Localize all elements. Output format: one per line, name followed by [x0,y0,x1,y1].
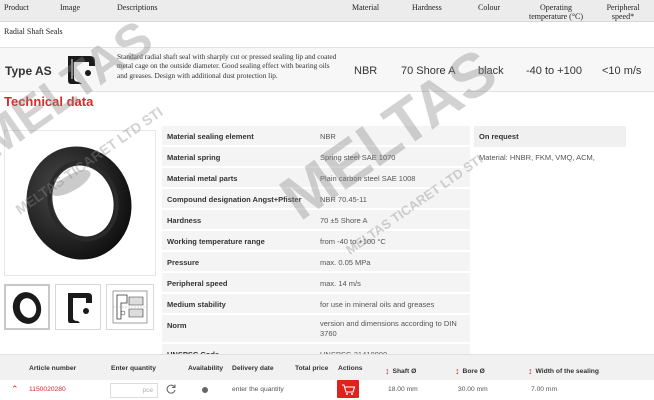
technical-data-title: Technical data [4,94,94,109]
main-product-image[interactable] [4,130,156,276]
seal-profile-thumbnail [68,56,95,84]
product-type[interactable]: Type AS [5,64,52,78]
col-actions: Actions [338,365,363,372]
delivery-date-value: enter the quantity [232,386,284,393]
width-value: 7.00 mm [531,386,558,393]
product-material: NBR [354,65,378,77]
product-speed: <10 m/s [602,65,642,77]
shaft-value: 18.00 mm [388,386,418,393]
sort-arrows-icon: ↕ [528,366,533,376]
bore-value: 30.00 mm [458,386,488,393]
add-to-cart-button[interactable] [337,380,359,398]
sort-width[interactable]: ↕ Width of the sealing [528,365,599,376]
tech-key: Norm [167,321,187,330]
product-table: Product Image Descriptions Material Hard… [0,0,654,92]
product-category: Radial Shaft Seals [4,27,63,36]
tech-value: NBR 70.45-11 [320,195,367,204]
tech-key: Material spring [167,153,221,162]
oil-seal-thumb-icon [12,292,42,324]
tech-row: Compound designation Angst+Pfister NBR 7… [162,189,470,208]
tech-key: Pressure [167,258,200,267]
tech-key: Working temperature range [167,237,265,246]
sort-shaft[interactable]: ↕ Shaft Ø [385,365,417,376]
tech-value: 70 ±5 Shore A [320,216,368,225]
col-delivery-date: Delivery date [232,365,274,372]
tech-row: Material metal parts Plain carbon steel … [162,168,470,187]
col-width: Width of the sealing [535,368,599,375]
thumbnail-drawing[interactable] [106,284,154,330]
tech-value: max. 0.05 MPa [320,258,371,267]
article-number-link[interactable]: 1150020280 [29,386,66,393]
tech-value: from -40 to +100 °C [320,237,386,246]
header-image: Image [60,3,80,12]
tech-row: Material sealing element NBR [162,126,470,145]
tech-row: Norm version and dimensions according to… [162,315,470,342]
tech-row: Peripheral speed max. 14 m/s [162,273,470,292]
tech-key: Hardness [167,216,202,225]
on-request-label: On request [479,132,519,141]
sort-arrows-icon: ↕ [455,366,460,376]
product-colour: black [478,65,504,77]
quantity-input[interactable]: pce [110,383,158,398]
col-availability: Availability [188,365,224,372]
cart-icon [342,384,356,395]
tech-value: for use in mineral oils and greases [320,300,435,309]
col-total-price: Total price [295,365,329,372]
product-hardness: 70 Shore A [401,65,456,77]
tech-key: Peripheral speed [167,279,228,288]
thumbnail-profile[interactable] [55,284,101,330]
tech-key: Medium stability [167,300,226,309]
technical-drawing-icon [112,290,148,324]
tech-value: Plain carbon steel SAE 1008 [320,174,416,183]
thumbnail-photo[interactable] [4,284,50,330]
tech-key: Compound designation Angst+Pfister [167,195,302,204]
tech-row: Working temperature range from -40 to +1… [162,231,470,250]
article-table-header: Article number Enter quantity Availabili… [0,354,654,380]
tech-value: max. 14 m/s [320,279,361,288]
tech-row: Medium stability for use in mineral oils… [162,294,470,313]
tech-value: Spring steel SAE 1070 [320,153,396,162]
header-material: Material [352,3,380,12]
tech-key: Material metal parts [167,174,238,183]
availability-indicator [202,387,208,393]
tech-key: Material sealing element [167,132,254,141]
sort-bore[interactable]: ↕ Bore Ø [455,365,485,376]
article-row: ⌃ 1150020280 pce enter the quantity 18.0… [0,380,654,400]
header-operating-temperature: Operating temperature (°C) [528,3,584,21]
seal-profile-thumb-icon [68,293,92,323]
product-table-header: Product Image Descriptions Material Hard… [0,0,654,22]
tech-row: Hardness 70 ±5 Shore A [162,210,470,229]
product-temperature: -40 to +100 [526,65,582,77]
tech-value: version and dimensions according to DIN … [320,319,457,338]
header-hardness: Hardness [412,3,442,12]
refresh-icon[interactable] [165,383,177,395]
product-description: Standard radial shaft seal with sharply … [117,52,337,80]
header-colour: Colour [478,3,501,12]
product-row[interactable]: Type AS Standard radial shaft seal with … [0,47,654,92]
header-peripheral-speed: Peripheral speed* [606,3,640,21]
col-enter-quantity: Enter quantity [111,365,156,372]
oil-seal-photo [26,146,132,260]
on-request-value: Material: HNBR, FKM, VMQ, ACM, [479,153,595,162]
tech-row: Pressure max. 0.05 MPa [162,252,470,271]
header-product: Product [4,3,29,12]
tech-value: NBR [320,132,336,141]
col-article-number: Article number [29,365,77,372]
on-request-header: On request [474,126,626,147]
col-bore: Bore Ø [462,368,485,375]
header-descriptions: Descriptions [117,3,158,12]
chevron-up-icon[interactable]: ⌃ [11,384,19,395]
tech-row: Material spring Spring steel SAE 1070 [162,147,470,166]
sort-arrows-icon: ↕ [385,366,390,376]
col-shaft: Shaft Ø [392,368,417,375]
